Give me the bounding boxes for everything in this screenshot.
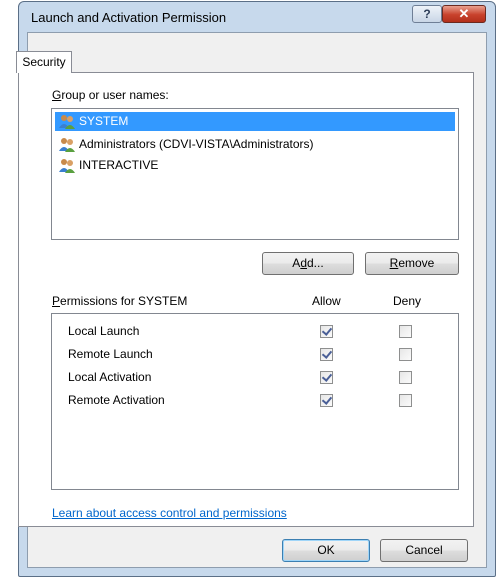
deny-checkbox[interactable] [399,348,412,361]
allow-header: Allow [312,294,341,308]
users-group-icon [59,115,75,129]
allow-checkbox[interactable] [320,325,333,338]
deny-checkbox[interactable] [399,371,412,384]
list-item-label: SYSTEM [79,114,129,128]
add-button[interactable]: Add... [262,252,354,275]
close-icon: ✕ [458,6,470,21]
tab-security[interactable]: Security [16,51,72,73]
list-item-administrators[interactable]: Administrators (CDVI-VISTA\Administrator… [55,135,455,154]
allow-checkbox[interactable] [320,348,333,361]
perm-row-local-activation: Local Activation [52,366,458,389]
permissions-title: Permissions for SYSTEM [52,294,188,308]
user-list[interactable]: SYSTEM Administrators (CDVI-VISTA\Admini… [51,108,459,240]
close-button[interactable]: ✕ [442,5,486,23]
learn-access-control-link[interactable]: Learn about access control and permissio… [52,506,287,520]
help-button[interactable]: ? [412,5,442,23]
users-group-icon [59,159,75,173]
list-item-label: INTERACTIVE [79,158,159,172]
perm-row-remote-activation: Remote Activation [52,389,458,412]
list-item-interactive[interactable]: INTERACTIVE [55,156,455,175]
perm-name: Local Activation [68,370,152,384]
deny-checkbox[interactable] [399,394,412,407]
remove-button[interactable]: Remove [365,252,459,275]
help-icon: ? [423,7,431,21]
perm-row-local-launch: Local Launch [52,320,458,343]
window-title: Launch and Activation Permission [31,10,227,25]
perm-name: Local Launch [68,324,140,338]
list-item-label: Administrators (CDVI-VISTA\Administrator… [79,137,314,151]
group-label: Group or user names: [52,88,169,102]
allow-checkbox[interactable] [320,394,333,407]
permissions-list: Local Launch Remote Launch Local Activat… [51,313,459,490]
title-bar[interactable]: Launch and Activation Permission ? ✕ [19,2,495,32]
deny-checkbox[interactable] [399,325,412,338]
perm-row-remote-launch: Remote Launch [52,343,458,366]
perm-name: Remote Activation [68,393,165,407]
cancel-button[interactable]: Cancel [380,539,468,562]
users-group-icon [59,138,75,152]
list-item-system[interactable]: SYSTEM [55,112,455,131]
deny-header: Deny [393,294,422,308]
ok-button[interactable]: OK [282,539,370,562]
perm-name: Remote Launch [68,347,153,361]
allow-checkbox[interactable] [320,371,333,384]
